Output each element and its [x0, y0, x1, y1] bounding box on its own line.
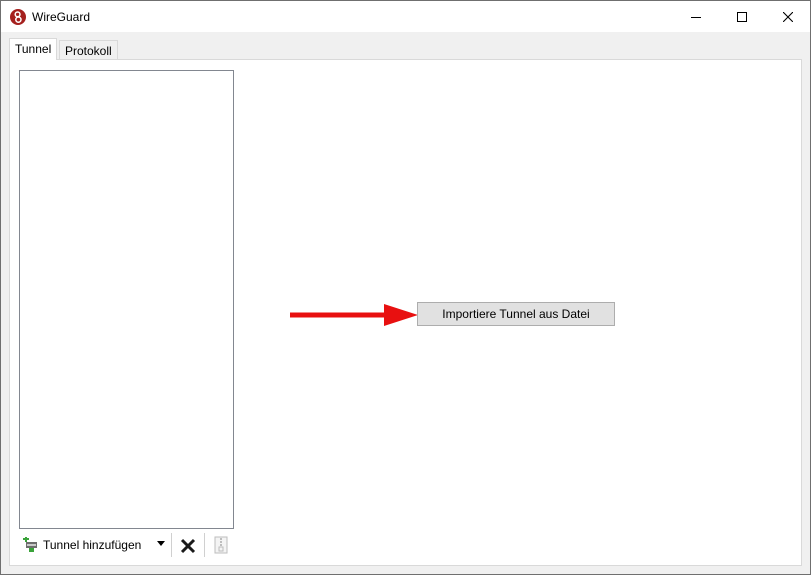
tab-strip: Tunnel Protokoll [1, 32, 810, 60]
close-button[interactable] [765, 1, 811, 32]
title-bar: WireGuard [1, 1, 810, 32]
window-title: WireGuard [32, 10, 91, 24]
add-tunnel-button[interactable]: Tunnel hinzufügen [23, 533, 141, 557]
close-icon [783, 11, 793, 22]
toolbar-separator [204, 533, 205, 557]
delete-icon[interactable] [179, 537, 197, 555]
minimize-button[interactable] [673, 1, 719, 32]
tunnel-list[interactable] [19, 70, 234, 529]
add-tunnel-label: Tunnel hinzufügen [43, 538, 142, 552]
tab-tunnel[interactable]: Tunnel [9, 38, 58, 60]
export-zip-icon[interactable] [213, 536, 229, 554]
import-tunnel-button[interactable]: Importiere Tunnel aus Datei [417, 302, 615, 326]
tunnel-tab-page: Tunnel hinzufügen Importiere Tunnel aus … [9, 59, 802, 566]
app-window: WireGuard Tunnel Protokoll Tunnel hinzuf… [0, 0, 811, 575]
chevron-down-icon[interactable] [157, 541, 165, 546]
tab-protokoll[interactable]: Protokoll [59, 40, 118, 60]
maximize-icon [737, 11, 747, 22]
minimize-icon [691, 16, 701, 18]
tunnel-toolbar: Tunnel hinzufügen [19, 531, 234, 559]
maximize-button[interactable] [719, 1, 765, 32]
wireguard-logo-icon [10, 9, 26, 25]
annotation-arrow-icon [290, 304, 418, 326]
add-tunnel-icon [23, 537, 37, 552]
toolbar-separator [171, 533, 172, 557]
